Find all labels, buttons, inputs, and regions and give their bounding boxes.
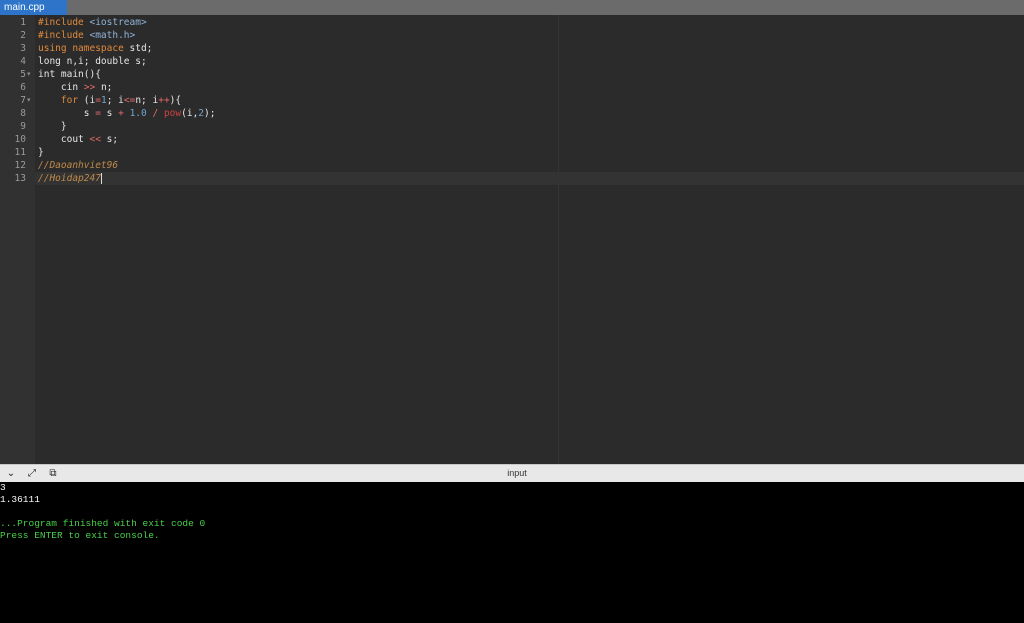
code-line[interactable]: } [35,120,1024,133]
code-token: //Daoanhviet96 [38,160,119,171]
line-number: 5 [20,69,26,80]
code-area[interactable]: #include <iostream> #include <math.h> usin… [35,15,1024,464]
code-token: (i [78,95,96,106]
code-token: } [38,121,67,132]
code-token: std; [129,43,153,54]
code-token: for [60,95,79,106]
code-token: long n,i; double s; [38,56,147,67]
code-line[interactable]: s = s + 1.0 / pow(i,2); [35,107,1024,120]
console-line: Press ENTER to exit console. [0,530,160,541]
code-token: <= [123,95,136,106]
code-line[interactable]: cin >> n; [35,81,1024,94]
code-line[interactable]: long n,i; double s; [35,55,1024,68]
code-token: s [100,108,119,119]
code-token: cout [38,134,90,145]
code-line[interactable]: using namespace std; [35,42,1024,55]
code-token: int main(){ [38,69,101,80]
code-line[interactable]: cout << s; [35,133,1024,146]
code-token: n; [95,82,113,93]
code-token: s [38,108,96,119]
line-number: 13 [14,173,26,184]
code-editor[interactable]: 1 2 3 4 5 ▾ 6 7 ▾ 8 9 10 11 12 13 #include <iostream> #… [0,15,1024,464]
line-number: 7 [20,95,26,106]
console-line: 3 [0,482,6,493]
line-number: 3 [20,43,26,54]
code-token: #include [38,17,90,28]
line-number: 12 [14,160,26,171]
code-token: >> [83,82,96,93]
code-token: <iostream> [89,17,147,28]
console-line: ...Program finished with exit code 0 [0,518,206,529]
line-number: 2 [20,30,26,41]
code-token: ; i [106,95,124,106]
code-token: (i, [181,108,199,119]
code-line[interactable]: //Hoidap247 [35,172,1024,185]
code-token: ){ [169,95,182,106]
code-token: } [38,147,44,158]
code-token: cin [38,82,84,93]
console-toolbar: ⌄ ⤢ ⧉ input [0,464,1024,482]
code-token: 1.0 [129,108,147,119]
code-token: ++ [158,95,170,106]
fold-toggle-icon[interactable]: ▾ [27,94,35,107]
code-line[interactable]: } [35,146,1024,159]
console-line: 1.36111 [0,494,40,505]
code-line[interactable]: int main(){ [35,68,1024,81]
code-token: #include [38,30,90,41]
fold-toggle-icon[interactable]: ▾ [27,68,35,81]
code-line[interactable]: #include <iostream> [35,16,1024,29]
output-console[interactable]: 3 1.36111 ...Program finished with exit co… [0,482,1024,623]
line-number-gutter: 1 2 3 4 5 ▾ 6 7 ▾ 8 9 10 11 12 13 [0,15,35,464]
line-number: 9 [20,121,26,132]
code-line[interactable]: #include <math.h> [35,29,1024,42]
text-cursor [100,173,102,184]
code-token: <math.h> [89,30,136,41]
code-token: ); [204,108,216,119]
line-number: 4 [20,56,26,67]
line-number: 6 [20,82,26,93]
line-number: 1 [20,17,26,28]
tab-bar: main.cpp [0,0,1024,15]
line-number: 11 [14,147,26,158]
line-number: 10 [14,134,26,145]
code-token: pow [163,108,182,119]
input-label: input [507,468,527,478]
code-token: << [89,134,101,145]
code-line[interactable]: for (i=1; i<=n; i++){ [35,94,1024,107]
code-line[interactable]: //Daoanhviet96 [35,159,1024,172]
code-token: n; i [135,95,159,106]
line-number: 8 [20,108,26,119]
code-token: using namespace [38,43,130,54]
tab-main-cpp[interactable]: main.cpp [0,0,67,15]
code-token: s; [100,134,119,145]
code-token: //Hoidap247 [38,173,101,184]
